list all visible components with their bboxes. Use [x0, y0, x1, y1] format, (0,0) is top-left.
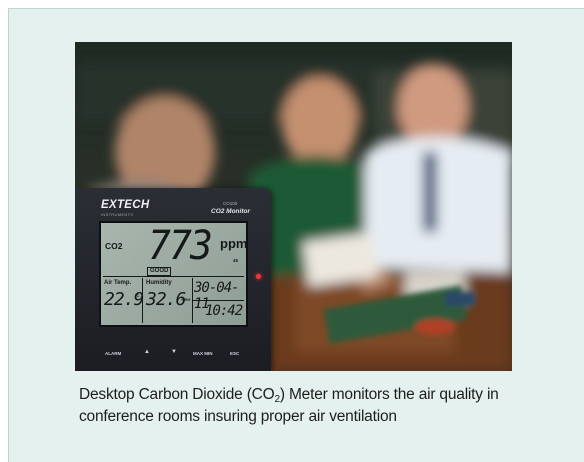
- air-temp-label: Air Temp.: [104, 280, 132, 286]
- time-reading: 10:42: [205, 303, 243, 319]
- lcd-divider: [103, 276, 244, 277]
- alarm-led: [256, 274, 261, 279]
- humidity-reading: 32.6: [146, 289, 186, 310]
- up-arrow-icon: ▲: [144, 349, 150, 355]
- caption-line1-post: ) Meter monitors the air quality in: [279, 386, 499, 403]
- maxmin-button: MAX MIN: [193, 351, 213, 356]
- humidity-unit: %RH: [181, 297, 191, 302]
- device-model-number: CO100: [223, 201, 238, 206]
- figure-caption: Desktop Carbon Dioxide (CO2) Meter monit…: [79, 384, 549, 428]
- caption-line1-pre: Desktop Carbon Dioxide (CO: [79, 386, 275, 403]
- esc-button: ESC: [230, 351, 240, 356]
- device-brand: EXTECH: [101, 199, 150, 211]
- figure-photo: EXTECH INSTRUMENTS CO100 CO2 Monitor CO2…: [75, 42, 512, 371]
- down-arrow-icon: ▼: [171, 349, 177, 355]
- device-brand-sub: INSTRUMENTS: [101, 212, 134, 217]
- lcd-display: CO2 773 ppm 45 GOOD Air Temp. 22.9 °C Hu…: [99, 221, 248, 327]
- air-temp-unit: °C: [135, 293, 140, 298]
- caption-line2: conference rooms insuring proper air ven…: [79, 408, 397, 425]
- co2-label: CO2: [105, 241, 123, 251]
- co2-small-indicator: 45: [233, 258, 239, 263]
- co2-meter-device: EXTECH INSTRUMENTS CO100 CO2 Monitor CO2…: [75, 188, 271, 371]
- air-quality-status: GOOD: [147, 267, 172, 276]
- humidity-label: Humidity: [146, 280, 172, 286]
- device-model-name: CO2 Monitor: [211, 208, 250, 215]
- alarm-button: ALARM: [105, 351, 122, 356]
- co2-unit: ppm: [220, 236, 248, 251]
- co2-reading: 773: [148, 223, 213, 269]
